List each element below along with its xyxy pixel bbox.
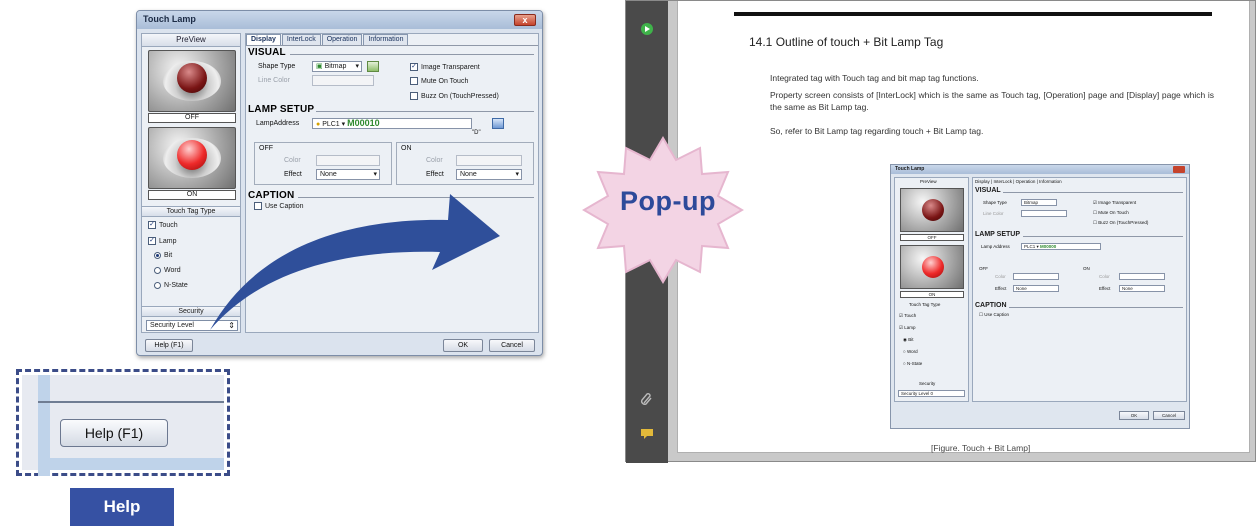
mini-off-color: Color xyxy=(995,274,1006,279)
mini-address: M00000 xyxy=(1040,244,1057,249)
mini-touch: Touch xyxy=(904,313,917,318)
mini-visual: VISUAL xyxy=(975,187,1001,194)
mini-lamp: Lamp xyxy=(904,325,916,330)
mini-on-none: None xyxy=(1119,285,1165,292)
mini-on-effect: Effect xyxy=(1099,286,1111,291)
mini-on-color: Color xyxy=(1099,274,1110,279)
mini-plc: PLC1 xyxy=(1024,244,1036,249)
mini-tab-operation: Operation xyxy=(1015,179,1036,184)
mini-preview-header: PreView xyxy=(920,179,937,184)
mini-security: Security xyxy=(919,381,936,386)
document-page: 14.1 Outline of touch + Bit Lamp Tag Int… xyxy=(677,1,1250,453)
mini-mute: Mute On Touch xyxy=(1098,210,1129,215)
mini-off-caption: OFF xyxy=(900,234,964,241)
mini-ok: OK xyxy=(1119,411,1149,420)
mini-touch-tag-type: Touch Tag Type xyxy=(909,302,941,307)
mini-title: Touch Lamp xyxy=(895,166,925,172)
mini-tab-display: Display xyxy=(975,179,990,184)
mini-security-value: 0 xyxy=(930,391,934,396)
paragraph-2: Property screen consists of [InterLock] … xyxy=(770,90,1214,112)
mini-shape-type: Shape Type xyxy=(983,200,1007,205)
section-heading: 14.1 Outline of touch + Bit Lamp Tag xyxy=(749,35,944,49)
mini-caption: CAPTION xyxy=(975,302,1007,309)
mini-off-none: None xyxy=(1013,285,1059,292)
paragraph-1: Integrated tag with Touch tag and bit ma… xyxy=(770,73,979,83)
mini-image-transparent: Image Transparent xyxy=(1098,200,1137,205)
mini-bitmap: Bitmap xyxy=(1021,199,1057,206)
paragraph-3: So, refer to Bit Lamp tag regarding touc… xyxy=(770,126,984,136)
mini-tab-information: Information xyxy=(1039,179,1062,184)
blue-curved-arrow-icon xyxy=(210,194,500,330)
mini-buzz: Buzz On (TouchPressed) xyxy=(1098,220,1149,225)
mini-cancel: Cancel xyxy=(1153,411,1185,420)
mini-line-color: Line Color xyxy=(983,211,1004,216)
popup-label: Pop-up xyxy=(620,186,716,216)
help-label-banner: Help xyxy=(70,488,174,526)
mini-use-caption: Use Caption xyxy=(984,312,1010,317)
mini-lamp-address: Lamp Address xyxy=(981,244,1010,249)
mini-lamp-setup: LAMP SETUP xyxy=(975,231,1020,238)
mini-word: Word xyxy=(906,349,918,354)
mini-on-caption: ON xyxy=(900,291,964,298)
mini-bit: Bit xyxy=(908,337,914,342)
figure-caption: [Figure. Touch + Bit Lamp] xyxy=(931,443,1031,453)
comment-icon[interactable] xyxy=(639,425,655,441)
mini-tab-interlock: InterLock xyxy=(993,179,1012,184)
mini-security-level: Security Level xyxy=(901,391,930,396)
help-zoom-button[interactable]: Help (F1) xyxy=(60,419,168,447)
mini-off: OFF xyxy=(979,266,988,271)
mini-nstate: N-State xyxy=(906,361,923,366)
figure-dialog-image: Touch Lamp PreView OFF ON Touch Tag Type… xyxy=(890,164,1190,429)
help-zoom-callout: Help (F1) xyxy=(16,369,230,476)
navigation-icon[interactable] xyxy=(639,21,655,37)
attachment-icon[interactable] xyxy=(639,391,655,407)
mini-off-effect: Effect xyxy=(995,286,1007,291)
mini-on: ON xyxy=(1083,266,1090,271)
